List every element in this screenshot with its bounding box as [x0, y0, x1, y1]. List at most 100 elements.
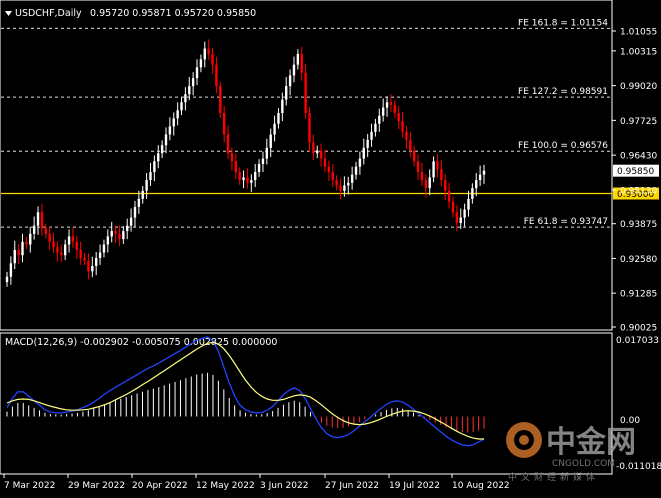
- bear-candle-body: [389, 102, 393, 105]
- bull-candle-body: [157, 153, 160, 162]
- macd-label: MACD(12,26,9) -0.002902 -0.005075 0.0028…: [5, 337, 277, 348]
- bear-candle-body: [409, 139, 412, 151]
- bear-candle-body: [416, 161, 420, 173]
- bear-candle-body: [397, 112, 400, 122]
- bull-candle-body: [478, 174, 482, 181]
- price-tick-label: 0.97725: [620, 117, 657, 127]
- bear-candle-body: [304, 72, 307, 113]
- bull-candle-body: [343, 185, 346, 191]
- bear-candle-body: [48, 233, 51, 242]
- bull-candle-body: [482, 170, 486, 175]
- time-tick-label: 10 Aug 2022: [452, 481, 510, 491]
- bear-candle-body: [339, 185, 342, 191]
- time-tick-label: 29 Mar 2022: [68, 481, 125, 491]
- bull-candle-body: [29, 233, 32, 245]
- svg-text:CNGOLD.COM: CNGOLD.COM: [552, 459, 615, 469]
- price-tick-label: 0.90025: [620, 324, 657, 334]
- bull-candle-body: [316, 150, 319, 154]
- bear-candle-body: [226, 134, 230, 154]
- bull-candle-body: [5, 276, 9, 283]
- bull-candle-body: [381, 107, 385, 116]
- bull-candle-body: [67, 236, 71, 245]
- bull-candle-body: [273, 123, 276, 135]
- price-tick-label: 1.00315: [620, 47, 657, 57]
- price-axis: 1.01055 1.00315 0.99020 0.97725 0.96430 0.951…: [612, 28, 657, 334]
- bull-candle-body: [366, 139, 369, 148]
- bull-candle-body: [428, 177, 431, 189]
- bull-candle-body: [261, 158, 265, 164]
- bear-candle-body: [424, 180, 428, 189]
- bull-candle-body: [172, 118, 175, 127]
- bear-candle-body: [335, 180, 338, 186]
- price-tick-label: 0.96430: [620, 152, 657, 162]
- bull-candle-body: [459, 217, 462, 224]
- bear-candle-body: [455, 212, 459, 224]
- bull-candle-body: [385, 102, 389, 108]
- bull-candle-body: [63, 244, 67, 256]
- cngold-watermark-logo: 中金网 CNGOLD.COM 中文财经新媒体: [506, 422, 636, 483]
- bull-candle-body: [277, 112, 280, 124]
- bull-candle-body: [467, 198, 470, 210]
- time-tick-label: 20 Apr 2022: [132, 481, 188, 491]
- bear-candle-body: [436, 161, 439, 170]
- bull-candle-body: [253, 172, 257, 181]
- bull-candle-body: [137, 198, 141, 207]
- bull-candle-body: [9, 263, 13, 277]
- bear-candle-body: [87, 260, 90, 272]
- symbol-label: USDCHF,Daily: [15, 8, 82, 19]
- bull-candle-body: [176, 110, 179, 119]
- bull-candle-body: [149, 172, 152, 181]
- time-axis: 7 Mar 2022 29 Mar 2022 20 Apr 2022 12 May 2…: [3, 474, 510, 491]
- svg-text:中金网: 中金网: [546, 425, 636, 460]
- macd-tick-top: 0.017033: [616, 336, 659, 346]
- bull-candle-body: [91, 265, 94, 272]
- bull-candle-body: [350, 174, 354, 183]
- bear-candle-body: [447, 190, 451, 202]
- bear-candle-body: [83, 257, 86, 261]
- bear-candle-body: [238, 172, 241, 181]
- bull-candle-body: [106, 236, 110, 245]
- bull-candle-body: [471, 188, 474, 199]
- bull-candle-body: [281, 99, 284, 113]
- bear-candle-body: [405, 131, 408, 140]
- bull-candle-body: [265, 147, 269, 159]
- bear-candle-body: [17, 249, 20, 256]
- price-chart: USDCHF,Daily 0.95720 0.95871 0.95720 0.9…: [0, 0, 661, 491]
- bull-candle-body: [374, 123, 377, 132]
- price-tick-label: 0.92580: [620, 255, 657, 265]
- bull-candle-body: [168, 126, 172, 135]
- bear-candle-body: [420, 172, 424, 181]
- bear-candle-body: [401, 121, 404, 132]
- bull-candle-body: [133, 206, 137, 218]
- bull-candle-body: [13, 249, 16, 264]
- bear-candle-body: [215, 64, 218, 87]
- bull-candle-body: [370, 131, 373, 140]
- bull-candle-body: [354, 166, 358, 175]
- bull-candle-body: [463, 209, 466, 218]
- bull-candle-body: [203, 48, 206, 60]
- time-tick-label: 3 Jun 2022: [260, 481, 308, 491]
- bear-candle-body: [40, 212, 44, 229]
- bear-candle-body: [79, 249, 82, 258]
- bull-candle-body: [110, 231, 113, 237]
- bear-candle-body: [412, 150, 416, 162]
- bear-candle-body: [393, 104, 397, 113]
- bear-candle-body: [207, 48, 210, 54]
- bear-candle-body: [118, 233, 121, 240]
- bull-candle-body: [36, 212, 40, 226]
- bull-candle-body: [21, 241, 24, 256]
- bear-candle-body: [230, 153, 234, 162]
- bear-candle-body: [300, 53, 303, 73]
- price-tick-label: 0.91285: [620, 290, 657, 300]
- bear-candle-body: [71, 236, 75, 242]
- bull-candle-body: [242, 177, 245, 181]
- bull-candle-body: [94, 257, 98, 266]
- bull-candle-body: [475, 180, 478, 189]
- bull-candle-body: [145, 180, 148, 191]
- bull-candle-body: [122, 231, 125, 240]
- bear-candle-body: [222, 112, 226, 135]
- bull-candle-body: [129, 217, 133, 226]
- time-tick-label: 7 Mar 2022: [4, 481, 55, 491]
- bull-candle-body: [153, 161, 156, 173]
- price-tick-label: 0.93875: [620, 220, 657, 230]
